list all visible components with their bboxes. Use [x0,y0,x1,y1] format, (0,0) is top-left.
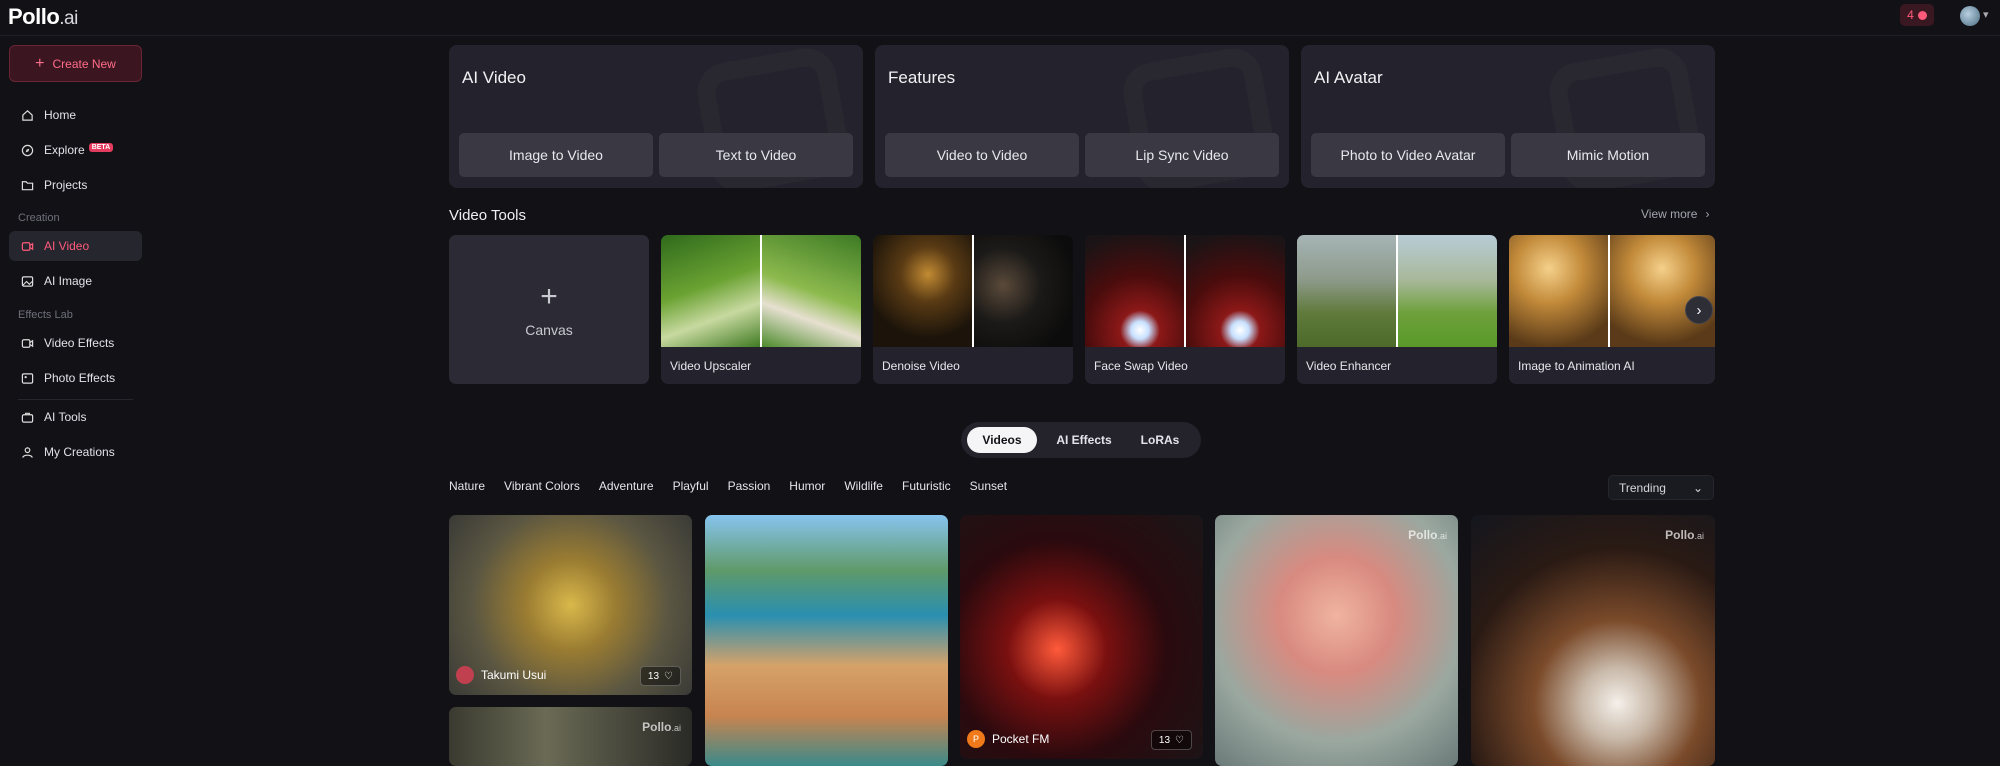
carousel-next-button[interactable]: › [1685,296,1713,324]
like-count[interactable]: 13 ♡ [639,666,681,686]
filter-nature[interactable]: Nature [449,479,485,493]
creations-icon [20,445,34,459]
tool-thumbnail [1085,235,1285,347]
view-more-link[interactable]: View more › [1641,207,1709,221]
create-new-button[interactable]: + Create New [9,45,142,82]
gallery-item[interactable]: Pollo.ai [1215,515,1458,766]
tool-thumbnail [661,235,861,347]
plus-icon: + [540,279,558,313]
folder-icon [20,178,34,192]
tool-card-video-upscaler[interactable]: Video Upscaler [661,235,861,384]
sidebar-divider [18,399,133,400]
lip-sync-video-button[interactable]: Lip Sync Video [1085,133,1279,177]
filter-passion[interactable]: Passion [728,479,771,493]
filter-vibrant-colors[interactable]: Vibrant Colors [504,479,580,493]
sidebar-item-explore[interactable]: Explore BETA [9,135,142,165]
gallery-item[interactable] [705,515,948,766]
filter-bar: Nature Vibrant Colors Adventure Playful … [449,479,1007,493]
sidebar-item-my-creations[interactable]: My Creations [9,437,142,467]
tab-ai-effects[interactable]: AI Effects [1047,427,1121,453]
plus-icon: + [35,54,45,72]
video-tools-title: Video Tools [449,207,527,224]
video-icon [20,239,34,253]
text-to-video-button[interactable]: Text to Video [659,133,853,177]
photo-to-video-avatar-button[interactable]: Photo to Video Avatar [1311,133,1505,177]
heart-icon: ♡ [1175,734,1184,746]
pollo-watermark: Pollo.ai [1408,528,1447,542]
tool-thumbnail [873,235,1073,347]
card-title: Features [888,68,956,87]
card-ai-video: AI Video Image to Video Text to Video [449,45,863,188]
top-bar: Pollo.ai 4 ▾ [0,0,2000,36]
filter-wildlife[interactable]: Wildlife [844,479,883,493]
sidebar: + Create New Home Explore BETA Projects … [0,36,150,766]
card-title: AI Video [462,68,526,87]
tool-thumbnail [1297,235,1497,347]
compass-icon [20,143,34,157]
chevron-right-icon: › [1705,207,1710,221]
filter-futuristic[interactable]: Futuristic [902,479,951,493]
card-title: AI Avatar [1314,68,1383,87]
gallery-item[interactable]: Pollo.ai [449,707,692,766]
credits-count: 4 [1907,8,1914,22]
heart-icon: ♡ [664,670,673,682]
photo-effects-icon [20,371,34,385]
sidebar-item-ai-tools[interactable]: AI Tools [9,402,142,432]
video-to-video-button[interactable]: Video to Video [885,133,1079,177]
gallery-item[interactable]: P Pocket FM 13 ♡ [960,515,1203,759]
gallery-item[interactable]: Takumi Usui 13 ♡ [449,515,692,695]
image-to-video-button[interactable]: Image to Video [459,133,653,177]
pollo-watermark: Pollo.ai [642,720,681,734]
video-effects-icon [20,336,34,350]
tool-card-denoise-video[interactable]: Denoise Video [873,235,1073,384]
tab-videos[interactable]: Videos [967,427,1037,453]
filter-sunset[interactable]: Sunset [970,479,1007,493]
sidebar-item-ai-image[interactable]: AI Image [9,266,142,296]
toolbox-icon [20,410,34,424]
author-avatar [456,666,474,684]
sort-select[interactable]: Trending ⌄ [1608,475,1714,500]
chevron-down-icon[interactable]: ▾ [1983,8,1989,21]
section-label-effects-lab: Effects Lab [18,309,73,321]
sidebar-item-video-effects[interactable]: Video Effects [9,328,142,358]
filter-humor[interactable]: Humor [789,479,825,493]
like-count[interactable]: 13 ♡ [1150,730,1192,750]
app-logo[interactable]: Pollo.ai [8,4,78,30]
mimic-motion-button[interactable]: Mimic Motion [1511,133,1705,177]
coin-icon [1917,10,1927,20]
filter-playful[interactable]: Playful [673,479,709,493]
image-icon [20,274,34,288]
author-avatar: P [967,730,985,748]
sidebar-item-photo-effects[interactable]: Photo Effects [9,363,142,393]
canvas-tool[interactable]: + Canvas [449,235,649,384]
card-ai-avatar: AI Avatar Photo to Video Avatar Mimic Mo… [1301,45,1715,188]
pollo-watermark: Pollo.ai [1665,528,1704,542]
content-tabs: Videos AI Effects LoRAs [961,422,1201,458]
tab-loras[interactable]: LoRAs [1127,427,1193,453]
sidebar-item-home[interactable]: Home [9,100,142,130]
gallery-item[interactable]: Pollo.ai [1471,515,1715,766]
tool-thumbnail [1509,235,1715,347]
chevron-right-icon: › [1696,301,1702,319]
beta-badge: BETA [88,142,114,152]
section-label-creation: Creation [18,212,60,224]
tool-card-face-swap-video[interactable]: Face Swap Video [1085,235,1285,384]
filter-adventure[interactable]: Adventure [599,479,654,493]
tool-card-video-enhancer[interactable]: Video Enhancer [1297,235,1497,384]
home-icon [20,108,34,122]
gallery-author: Takumi Usui [456,666,546,684]
card-features: Features Video to Video Lip Sync Video [875,45,1289,188]
user-avatar[interactable] [1960,6,1980,26]
credits-badge[interactable]: 4 [1900,4,1934,26]
gallery-author: P Pocket FM [967,730,1049,748]
sidebar-item-ai-video[interactable]: AI Video [9,231,142,261]
sidebar-item-projects[interactable]: Projects [9,170,142,200]
chevron-down-icon: ⌄ [1692,480,1703,495]
